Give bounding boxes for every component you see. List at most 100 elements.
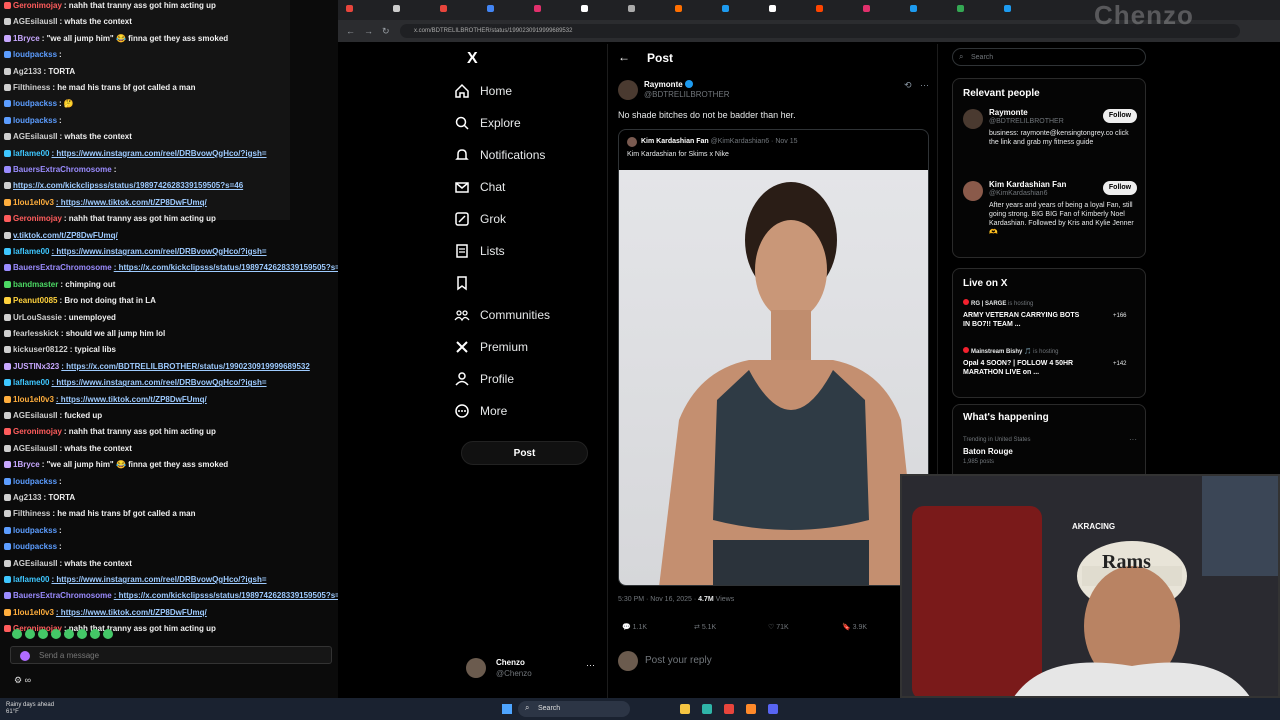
start-icon[interactable] bbox=[502, 704, 512, 714]
bookmark-action[interactable]: 🔖 3.9K bbox=[842, 623, 867, 631]
chat-username[interactable]: loudpackss bbox=[13, 477, 57, 486]
chat-link[interactable]: : https://www.instagram.com/reel/DRBvowQ… bbox=[51, 247, 266, 256]
trend-more-icon[interactable]: ··· bbox=[1129, 435, 1137, 444]
chat-username[interactable]: 1lou1el0v3 bbox=[13, 198, 54, 207]
chat-link[interactable]: : https://www.instagram.com/reel/DRBvowQ… bbox=[51, 378, 266, 387]
back-icon[interactable]: ← bbox=[346, 26, 355, 36]
x-logo-icon[interactable]: X bbox=[467, 50, 478, 68]
chat-username[interactable]: Geronimojay bbox=[13, 214, 62, 223]
chat-username[interactable]: Filthiness bbox=[13, 83, 50, 92]
browser-tab[interactable] bbox=[769, 5, 778, 13]
nav-item-more[interactable]: More bbox=[454, 398, 507, 424]
browser-tab[interactable] bbox=[581, 5, 590, 13]
chat-link[interactable]: : https://www.instagram.com/reel/DRBvowQ… bbox=[51, 149, 266, 158]
chat-username[interactable]: AGEsilausII bbox=[13, 17, 57, 26]
chat-username[interactable]: AGEsilausII bbox=[13, 444, 57, 453]
grok-icon[interactable]: ⟲ bbox=[904, 80, 912, 91]
chat-link[interactable]: v.tiktok.com/t/ZP8DwFUmq/ bbox=[13, 231, 118, 240]
follow-button[interactable]: Follow bbox=[1103, 181, 1137, 195]
browser-tab[interactable] bbox=[910, 5, 919, 13]
live-item[interactable]: RG | SARGE is hosting ARMY VETERAN CARRYI… bbox=[953, 297, 1147, 341]
browser-tab[interactable] bbox=[440, 5, 449, 13]
account-switcher[interactable]: Chenzo @Chenzo ··· bbox=[466, 656, 598, 682]
browser-tab[interactable] bbox=[346, 5, 355, 13]
chat-username[interactable]: Ag2133 bbox=[13, 67, 41, 76]
reply-input[interactable]: Post your reply bbox=[645, 655, 712, 666]
quoted-tweet[interactable]: Kim Kardashian Fan @KimKardashian6 · Nov… bbox=[618, 129, 929, 586]
chat-username[interactable]: kickuser08122 bbox=[13, 345, 68, 354]
chat-username[interactable]: Peanut0085 bbox=[13, 296, 57, 305]
chat-username[interactable]: laflame00 bbox=[13, 149, 49, 158]
chat-link[interactable]: : https://www.tiktok.com/t/ZP8DwFUmq/ bbox=[56, 608, 207, 617]
chat-username[interactable]: loudpackss bbox=[13, 116, 57, 125]
nav-item-grok[interactable]: Grok bbox=[454, 206, 506, 232]
tweet-more-icon[interactable]: ··· bbox=[920, 80, 929, 90]
chat-link[interactable]: : https://www.tiktok.com/t/ZP8DwFUmq/ bbox=[56, 395, 207, 404]
relevant-person[interactable]: Raymonte @BDTRELILBROTHER Follow business: … bbox=[953, 107, 1147, 177]
chat-username[interactable]: laflame00 bbox=[13, 247, 49, 256]
more-dots-icon[interactable]: ··· bbox=[586, 660, 595, 670]
chat-link[interactable]: : https://x.com/BDTRELILBROTHER/status/1… bbox=[61, 362, 310, 371]
chat-username[interactable]: AGEsilausII bbox=[13, 559, 57, 568]
chrome-icon[interactable] bbox=[724, 704, 734, 714]
chat-settings-icon[interactable]: ⚙ ∞ bbox=[14, 675, 31, 686]
trend-name[interactable]: Baton Rouge bbox=[963, 447, 1013, 456]
post-button[interactable]: Post bbox=[461, 441, 588, 465]
browser-tab[interactable] bbox=[675, 5, 684, 13]
chat-username[interactable]: Ag2133 bbox=[13, 493, 41, 502]
follow-button[interactable]: Follow bbox=[1103, 109, 1137, 123]
firefox-icon[interactable] bbox=[746, 704, 756, 714]
chat-link[interactable]: : https://x.com/kickclipsss/status/19897… bbox=[114, 591, 338, 600]
chat-username[interactable]: AGEsilausII bbox=[13, 132, 57, 141]
chat-username[interactable]: AGEsilausII bbox=[13, 411, 57, 420]
chat-username[interactable]: loudpackss bbox=[13, 99, 57, 108]
forward-icon[interactable]: → bbox=[364, 26, 373, 36]
chat-username[interactable]: fearlesskick bbox=[13, 329, 59, 338]
browser-tab[interactable] bbox=[722, 5, 731, 13]
chat-username[interactable]: UrLouSassie bbox=[13, 313, 62, 322]
live-item[interactable]: Mainstream Bishy 🎵 is hosting Opal 4 SOON… bbox=[953, 345, 1147, 389]
nav-item-home[interactable]: Home bbox=[454, 78, 512, 104]
browser-tab[interactable] bbox=[534, 5, 543, 13]
chat-username[interactable]: Geronimojay bbox=[13, 1, 62, 10]
author-avatar[interactable] bbox=[618, 80, 638, 100]
chat-username[interactable]: BauersExtraChromosome bbox=[13, 165, 112, 174]
author-name[interactable]: Raymonte bbox=[644, 80, 693, 89]
chat-username[interactable]: 1Bryce bbox=[13, 34, 40, 43]
browser-tab[interactable] bbox=[957, 5, 966, 13]
tweet-photo[interactable] bbox=[619, 170, 928, 585]
discord-icon[interactable] bbox=[768, 704, 778, 714]
browser-tab[interactable] bbox=[1004, 5, 1013, 13]
chat-username[interactable]: 1lou1el0v3 bbox=[13, 395, 54, 404]
chat-link[interactable]: : https://x.com/kickclipsss/status/19897… bbox=[114, 263, 338, 272]
chat-username[interactable]: 1Bryce bbox=[13, 460, 40, 469]
browser-tab[interactable] bbox=[816, 5, 825, 13]
chat-username[interactable]: BauersExtraChromosome bbox=[13, 263, 112, 272]
chat-username[interactable]: laflame00 bbox=[13, 575, 49, 584]
repost-action[interactable]: ⇄ 5.1K bbox=[694, 623, 716, 631]
browser-tab[interactable] bbox=[628, 5, 637, 13]
nav-item-explore[interactable]: Explore bbox=[454, 110, 521, 136]
browser-tab[interactable] bbox=[863, 5, 872, 13]
browser-tab[interactable] bbox=[487, 5, 496, 13]
chat-username[interactable]: loudpackss bbox=[13, 526, 57, 535]
chat-username[interactable]: laflame00 bbox=[13, 378, 49, 387]
nav-item-lists[interactable]: Lists bbox=[454, 238, 505, 264]
taskbar-search[interactable]: ⌕ Search bbox=[518, 701, 630, 717]
browser-tab[interactable] bbox=[393, 5, 402, 13]
chat-username[interactable]: Geronimojay bbox=[13, 427, 62, 436]
nav-item-profile[interactable]: Profile bbox=[454, 366, 514, 392]
weather-widget[interactable]: Rainy days ahead 61°F bbox=[6, 702, 54, 716]
file-explorer-icon[interactable] bbox=[680, 704, 690, 714]
chat-link[interactable]: : https://www.tiktok.com/t/ZP8DwFUmq/ bbox=[56, 198, 207, 207]
chat-link[interactable]: https://x.com/kickclipsss/status/1989742… bbox=[13, 181, 243, 190]
reply-action[interactable]: 💬 1.1K bbox=[622, 623, 647, 631]
chat-link[interactable]: : https://www.instagram.com/reel/DRBvowQ… bbox=[51, 575, 266, 584]
chat-username[interactable]: Filthiness bbox=[13, 509, 50, 518]
search-input[interactable]: ⌕ Search bbox=[952, 48, 1146, 66]
chat-username[interactable]: 1lou1el0v3 bbox=[13, 608, 54, 617]
chat-username[interactable]: JUSTINx323 bbox=[13, 362, 59, 371]
chat-username[interactable]: loudpackss bbox=[13, 50, 57, 59]
relevant-person[interactable]: Kim Kardashian Fan @KimKardashian6 Follow A… bbox=[953, 179, 1147, 249]
nav-item-chat[interactable]: Chat bbox=[454, 174, 505, 200]
